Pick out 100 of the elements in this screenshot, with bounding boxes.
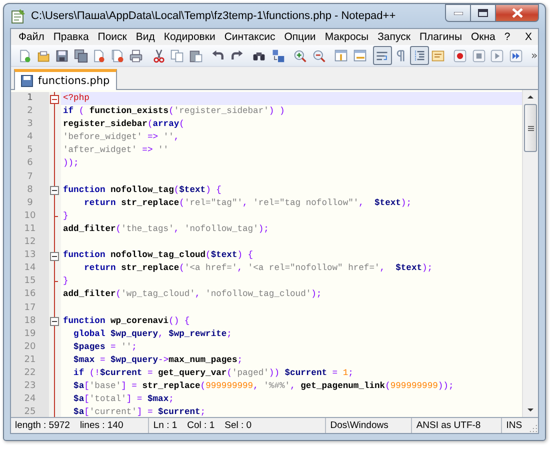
close-document-button[interactable]: X [522,31,535,43]
zoom-out-icon [312,48,326,62]
maximize-icon [478,9,488,17]
fold-marker-icon[interactable] [50,317,59,326]
line-number: 5 [11,144,49,158]
code-line: register_sidebar(array( [62,118,186,132]
status-text: Ln : 1 [153,420,178,431]
menu-item[interactable]: Окна [466,31,500,43]
code-line: } [62,275,70,288]
code-line: $a['total'] = $max; [72,393,175,406]
line-number: 10 [11,210,49,223]
fast-forward-icon [508,48,523,62]
file-tab[interactable]: functions.php [14,69,117,90]
minimize-button[interactable] [445,4,471,22]
menu-item[interactable]: Опции [280,31,320,43]
status-text: length : 5972 [15,420,70,431]
save-icon [55,48,70,62]
line-number: 24 [11,393,49,406]
line-number: 2 [11,105,49,118]
status-text: Dos\Windows [330,420,388,431]
close-button[interactable] [496,4,539,22]
menu-item[interactable]: Плагины [414,31,466,43]
code-line: if ( function_exists('register_sidebar') ) [62,105,286,118]
menu-item[interactable]: Запуск [373,31,415,43]
line-number: 13 [11,249,49,262]
fold-marker-icon[interactable] [50,186,59,196]
indent-guide-icon [412,48,426,62]
paste-icon [188,48,203,62]
line-number: 16 [11,288,49,302]
fold-marker-icon[interactable] [50,252,59,261]
redo-icon [230,48,244,62]
stop-icon [472,48,486,62]
line-number: 21 [11,354,49,367]
save-all-icon [74,48,88,62]
code-line: $a['base'] = str_replace(999999999, '%#%', get_pagenum_link(999999999)); [72,380,455,394]
print-icon [129,48,144,62]
status-text: lines : 140 [80,420,124,431]
menu-item[interactable]: Макросы [320,31,374,43]
code-line: function nofollow_tag($text) { [62,184,222,197]
code-line: add_filter('the_tags', 'nofollow_tag'); [62,222,270,236]
save-icon [21,75,33,87]
sync-vertical-icon [334,48,348,62]
menu-item[interactable]: Синтаксис [220,31,280,43]
menu-item[interactable]: Файл [14,31,49,43]
indent-guide-button[interactable] [410,46,428,65]
minimize-icon [454,12,462,14]
line-number: 12 [11,236,49,250]
code-line: function nofollow_tag_cloud($text) { [62,249,254,262]
line-number: 4 [11,131,49,144]
maximize-button[interactable] [471,4,496,22]
line-number: 14 [11,262,49,276]
line-number: 18 [11,314,49,328]
window-title: C:\Users\Паша\AppData\Local\Temp\fz3temp-1\functions.php - Notepad++ [31,10,397,22]
line-number: 17 [11,302,49,315]
record-icon [453,48,468,62]
new-file-icon [18,48,32,62]
code-line: add_filter('wp_tag_cloud', 'nofollow_tag_cloud'); [62,288,323,302]
line-number: 9 [11,196,49,210]
replace-icon [270,48,285,62]
fold-marker-icon[interactable] [50,94,59,104]
line-number: 3 [11,118,49,132]
menu-item[interactable]: Вид [131,31,160,43]
status-text: INS [506,420,522,431]
line-number: 25 [11,406,49,417]
open-folder-icon [36,48,51,62]
line-number: 15 [11,275,49,288]
undo-icon [211,48,226,62]
notepad-icon [10,8,26,24]
line-number: 20 [11,340,49,354]
line-number: 19 [11,328,49,341]
status-text: ANSI as UTF-8 [416,420,481,431]
copy-icon [170,48,184,62]
code-line: $a['current'] = $current; [72,406,207,417]
menu-item[interactable]: Поиск [93,31,132,43]
code-line: if (!$current = get_query_var('paged')) $current = 1; [72,366,354,380]
menu-item[interactable]: Правка [48,31,94,43]
sync-horizontal-icon [352,48,367,62]
word-wrap-button[interactable] [373,46,392,65]
code-line: 'before_widget' => '', [62,131,180,144]
menu-item[interactable]: ? [500,31,515,43]
play-icon [490,48,504,62]
status-text: Col : 1 [187,420,215,431]
close-all-icon [110,48,125,62]
code-line: function wp_corenavi() { [62,314,191,328]
code-line: } [62,210,70,223]
status-text: Sel : 0 [224,420,252,431]
code-line: return str_replace('<a href=', '<a rel="nofollow" href=', $text); [83,262,434,276]
line-number: 22 [11,366,49,380]
scrollbar-thumb[interactable] [524,104,537,152]
line-number: 23 [11,380,49,394]
toolbar-overflow-button[interactable]: » [525,49,544,62]
menu-item[interactable]: Кодировки [159,31,220,43]
line-number: 8 [11,184,49,197]
zoom-in-icon [293,48,308,62]
line-number: 1 [11,92,49,106]
close-file-icon [92,48,106,62]
code-line: global $wp_query, $wp_rewrite; [72,328,233,341]
line-number: 6 [11,157,49,171]
code-line: )); [62,157,80,170]
code-line: return str_replace('rel="tag"', 'rel="tag nofollow"', $text); [83,196,412,210]
